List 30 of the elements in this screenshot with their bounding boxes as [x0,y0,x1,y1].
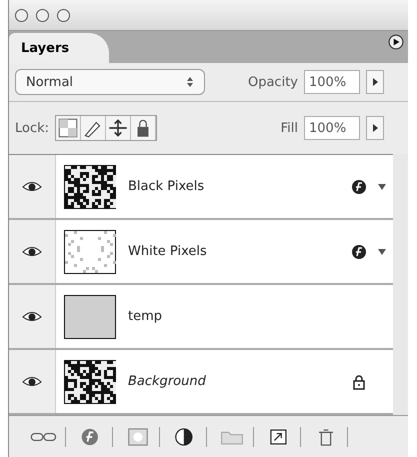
opacity-field[interactable]: 100% [304,70,360,94]
layers-tab[interactable]: Layers [9,33,110,63]
layer-row[interactable]: temp [9,285,393,350]
opacity-slider-button[interactable] [366,70,384,94]
layer-name: Background [128,374,207,389]
stepper-icon [186,76,194,88]
checkerboard-icon[interactable] [56,116,82,140]
fill-field[interactable]: 100% [304,116,360,140]
layer-row[interactable]: Background [9,350,393,415]
minimize-button[interactable] [36,8,49,22]
eye-icon[interactable] [22,180,42,194]
eye-icon[interactable] [22,244,42,258]
close-button[interactable] [15,8,28,22]
blend-mode-dropdown[interactable]: Normal [15,69,205,95]
expand-arrow-icon[interactable] [377,248,387,256]
layer-row[interactable]: White Pixels [9,220,393,285]
layer-row[interactable]: Black Pixels [9,155,393,220]
eye-icon[interactable] [22,374,42,388]
lock-label: Lock: [15,120,50,136]
layer-name: Black Pixels [128,179,206,194]
zoom-button[interactable] [57,8,70,22]
panel-menu-icon[interactable] [388,34,404,50]
layer-name: temp [128,309,164,324]
fill-label: Fill [280,120,298,136]
link-icon[interactable] [29,426,66,446]
expand-arrow-icon[interactable] [377,182,387,190]
eye-icon[interactable] [22,310,42,324]
opacity-label: Opacity [248,74,298,90]
layer-name: White Pixels [128,244,208,259]
fill-slider-button[interactable] [366,116,384,140]
